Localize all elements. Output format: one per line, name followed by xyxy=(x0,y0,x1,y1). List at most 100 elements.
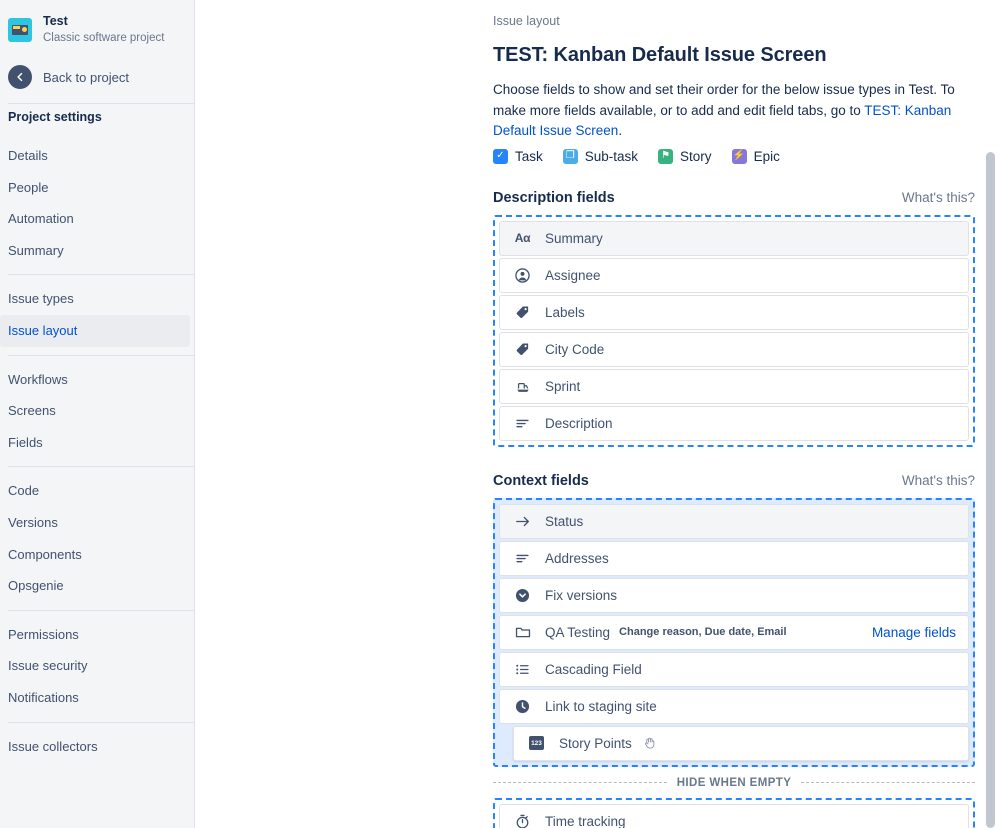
issue-type-label: Story xyxy=(680,148,712,164)
field-row[interactable]: QA Testing Change reason, Due date, Email… xyxy=(499,614,969,650)
main-scrollbar-thumb[interactable] xyxy=(986,152,995,828)
main-scrollbar[interactable] xyxy=(985,152,996,828)
text-lines-icon xyxy=(514,416,531,431)
back-to-project-button[interactable]: Back to project xyxy=(0,59,194,103)
issue-type-sub-task[interactable]: ❐ Sub-task xyxy=(562,148,638,164)
field-row[interactable]: Fix versions xyxy=(499,577,969,613)
page-description: Choose fields to show and set their orde… xyxy=(493,80,967,142)
sidebar-item-code[interactable]: Code xyxy=(0,475,190,507)
sidebar-item-versions[interactable]: Versions xyxy=(0,507,190,539)
field-row[interactable]: City Code xyxy=(499,331,969,367)
sidebar-item-summary[interactable]: Summary xyxy=(0,235,190,267)
text-lines-icon xyxy=(514,551,531,566)
sidebar-heading: Project settings xyxy=(8,110,102,124)
field-dropzone[interactable]: Aα Summary Assignee Labels City Code Sprint De… xyxy=(493,214,975,447)
sub-task-icon: ❐ xyxy=(562,148,578,164)
sidebar-item-permissions[interactable]: Permissions xyxy=(0,619,190,651)
sidebar-group: Permissions Issue security Notifications xyxy=(0,611,194,722)
field-label: Addresses xyxy=(545,550,609,566)
field-row[interactable]: Assignee xyxy=(499,257,969,293)
sidebar-item-issue-security[interactable]: Issue security xyxy=(0,650,190,682)
field-label: QA Testing xyxy=(545,624,611,640)
field-row[interactable]: Sprint xyxy=(499,368,969,404)
issue-type-story[interactable]: ⚑ Story xyxy=(658,148,712,164)
sidebar-item-screens[interactable]: Screens xyxy=(0,395,190,427)
page-title: TEST: Kanban Default Issue Screen xyxy=(493,44,827,66)
project-header: Test Classic software project xyxy=(0,0,194,59)
section-title: Context fields xyxy=(493,472,589,489)
field-subfields: Change reason, Due date, Email xyxy=(619,626,787,639)
sidebar-item-notifications[interactable]: Notifications xyxy=(0,682,190,714)
field-label: Time tracking xyxy=(545,813,626,828)
hidden-fields-dropzone[interactable]: Time trackingRank xyxy=(493,797,975,828)
manage-fields-link[interactable]: Manage fields xyxy=(872,625,956,640)
sidebar-group: Code Versions Components Opsgenie xyxy=(0,467,194,609)
arrow-right-icon xyxy=(514,514,531,529)
sidebar-item-automation[interactable]: Automation xyxy=(0,203,190,235)
field-row[interactable]: Cascading Field xyxy=(499,651,969,687)
section-context-fields: Context fields What's this? Status Addresse… xyxy=(493,473,975,767)
project-settings-sidebar: Test Classic software project Back to pr… xyxy=(0,0,195,828)
field-row[interactable]: Time tracking xyxy=(499,803,969,828)
sidebar-group: Issue collectors xyxy=(0,723,194,771)
field-label: Assignee xyxy=(545,267,601,283)
issue-type-label: Task xyxy=(515,148,543,164)
sidebar-item-issue-types[interactable]: Issue types xyxy=(0,283,190,315)
sidebar-item-details[interactable]: Details xyxy=(0,140,190,172)
chevron-circle-icon xyxy=(514,588,531,603)
issue-type-label: Epic xyxy=(753,148,780,164)
epic-bolt-icon: ⚡ xyxy=(731,148,747,164)
section-header: Context fields What's this? xyxy=(493,473,975,489)
field-label: Cascading Field xyxy=(545,661,642,677)
field-label: Fix versions xyxy=(545,587,618,603)
sidebar-group: Details People Automation Summary xyxy=(0,132,194,274)
field-label: Sprint xyxy=(545,378,581,394)
folder-icon xyxy=(514,625,531,640)
sidebar-group: Issue types Issue layout xyxy=(0,275,194,354)
story-bookmark-icon: ⚑ xyxy=(658,148,674,164)
main-content: Issue layout TEST: Kanban Default Issue … xyxy=(195,0,999,828)
field-row[interactable]: Addresses xyxy=(499,540,969,576)
bullet-list-icon xyxy=(514,662,531,677)
divider-line xyxy=(801,782,975,784)
back-to-project-label: Back to project xyxy=(43,69,129,85)
sidebar-item-components[interactable]: Components xyxy=(0,539,190,571)
field-row[interactable]: Link to staging site xyxy=(499,688,969,724)
grab-cursor-icon xyxy=(643,736,658,751)
project-avatar-icon xyxy=(8,17,32,42)
issue-type-epic[interactable]: ⚡ Epic xyxy=(731,148,780,164)
field-sections: Description fields What's this? Aα Summary A… xyxy=(493,190,975,828)
section-header: Description fields What's this? xyxy=(493,190,975,206)
field-row: Status xyxy=(499,503,969,539)
app-root: Test Classic software project Back to pr… xyxy=(0,0,999,828)
field-label: City Code xyxy=(545,341,605,357)
field-dropzone[interactable]: Status Addresses Fix versions QA Testing Cha… xyxy=(493,497,975,767)
sidebar-item-opsgenie[interactable]: Opsgenie xyxy=(0,570,190,602)
field-row[interactable]: Description xyxy=(499,405,969,441)
sidebar-item-workflows[interactable]: Workflows xyxy=(0,364,190,396)
text-aa-icon: Aα xyxy=(514,231,531,246)
clock-icon xyxy=(514,699,531,714)
field-row: Aα Summary xyxy=(499,220,969,256)
user-avatar-icon xyxy=(514,267,531,283)
field-label: Story Points xyxy=(559,735,632,751)
whats-this-link[interactable]: What's this? xyxy=(902,473,975,488)
sprint-icon xyxy=(514,379,531,394)
sidebar-item-fields[interactable]: Fields xyxy=(0,427,190,459)
sidebar-item-people[interactable]: People xyxy=(0,172,190,204)
sidebar-nav: Details People Automation Summary Issue type… xyxy=(0,132,194,770)
page-description-text-2: . xyxy=(618,123,623,139)
number-123-icon: 123 xyxy=(528,736,545,751)
tag-icon xyxy=(514,305,531,320)
field-row[interactable]: 123 Story Points xyxy=(513,725,969,761)
field-label: Link to staging site xyxy=(545,698,657,714)
sidebar-group: Workflows Screens Fields xyxy=(0,356,194,467)
field-label: Description xyxy=(545,415,613,431)
whats-this-link[interactable]: What's this? xyxy=(902,190,975,205)
field-label: Labels xyxy=(545,304,585,320)
issue-type-task[interactable]: ✓ Task xyxy=(493,148,543,164)
sidebar-item-issue-layout[interactable]: Issue layout xyxy=(0,314,190,347)
sidebar-item-issue-collectors[interactable]: Issue collectors xyxy=(0,731,190,763)
hide-when-empty-divider: HIDE WHEN EMPTY xyxy=(493,777,975,789)
field-row[interactable]: Labels xyxy=(499,294,969,330)
